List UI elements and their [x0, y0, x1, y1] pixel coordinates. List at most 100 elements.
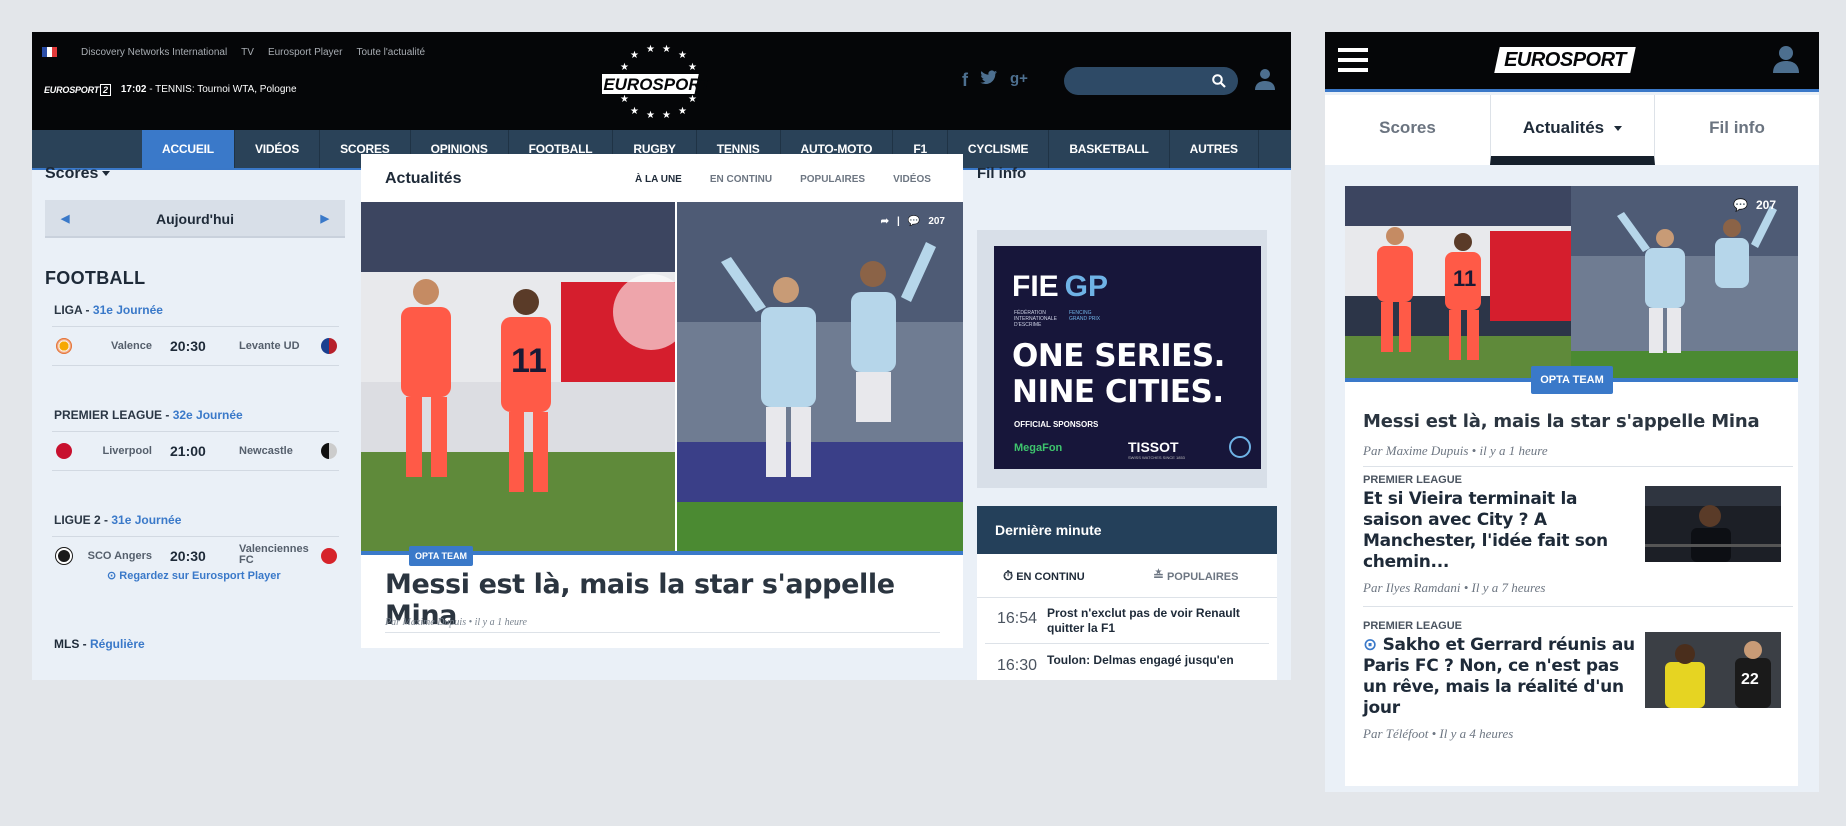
latest-news: Dernière minute ⏱ EN CONTINU ≛ POPULAIRE…	[977, 506, 1277, 680]
news-text: Toulon: Delmas engagé jusqu'en	[1047, 653, 1234, 667]
league-title[interactable]: LIGUE 2 - 31e Journée	[54, 513, 181, 527]
ad-fed: FÉDÉRATION INTERNATIONALE D'ESCRIME	[1014, 310, 1057, 328]
tab-populaires[interactable]: POPULAIRES	[800, 174, 865, 185]
news-time: 16:54	[997, 610, 1038, 627]
social-links: f g+	[962, 70, 1028, 91]
user-icon[interactable]	[1255, 68, 1275, 90]
mobile-view: EUROSPORT Scores Actualités Fil info 11	[1325, 32, 1819, 792]
eurosport-logo[interactable]: ★ ★ ★ ★ ★ ★ ★ ★ ★ ★ ★ ★ EUROSPORT	[596, 40, 712, 121]
twitter-icon[interactable]	[980, 70, 998, 91]
scores-title[interactable]: Scores	[45, 165, 111, 183]
svg-text:★: ★	[688, 94, 697, 105]
facebook-icon[interactable]: f	[962, 70, 968, 91]
tab-scores[interactable]: Scores	[1325, 95, 1490, 165]
league-title[interactable]: LIGA - 31e Journée	[54, 303, 163, 317]
article-league: PREMIER LEAGUE	[1363, 474, 1463, 486]
article-league: PREMIER LEAGUE	[1363, 620, 1463, 632]
latest-title: Dernière minute	[977, 506, 1277, 554]
scores-column: Scores ◀ Aujourd'hui ▶ FOOTBALL LIGA - 3…	[32, 32, 372, 680]
svg-text:★: ★	[630, 106, 639, 117]
comment-icon[interactable]: 💬	[908, 216, 920, 227]
article-byline: Par Téléfoot • Il y a 4 heures	[1363, 726, 1514, 741]
levante-crest-icon	[321, 338, 337, 354]
mobile-top-bar: EUROSPORT	[1325, 32, 1819, 92]
home-team: Liverpool	[102, 445, 152, 457]
article-thumbnail[interactable]	[1645, 486, 1781, 562]
league-title[interactable]: PREMIER LEAGUE - 32e Journée	[54, 408, 243, 422]
search-icon[interactable]	[1212, 74, 1226, 88]
ranking-icon: ≛	[1153, 568, 1164, 583]
opta-badge[interactable]: OPTA TEAM	[409, 546, 473, 566]
user-icon[interactable]	[1773, 45, 1799, 73]
article-byline: Par Ilyes Ramdani • Il y a 7 heures	[1363, 580, 1546, 595]
ad-tissot: TISSOT	[1128, 439, 1179, 455]
nav-basketball[interactable]: BASKETBALL	[1048, 130, 1168, 168]
divider	[385, 632, 940, 633]
ad-brand: FIE GP	[1012, 270, 1109, 303]
chevron-down-icon	[1614, 126, 1623, 132]
match-row[interactable]: Valence 20:30 Levante UD	[52, 326, 339, 366]
ad-line1: ONE SERIES.	[1012, 338, 1225, 374]
share-icon[interactable]: ➦	[881, 216, 889, 227]
desktop-view: Discovery Networks International TV Euro…	[32, 32, 1291, 680]
mobile-tabs: Scores Actualités Fil info	[1325, 95, 1819, 165]
tab-a-la-une[interactable]: À LA UNE	[635, 174, 682, 185]
article-title[interactable]: ⊙ Sakho et Gerrard réunis au Paris FC ? …	[1363, 635, 1643, 719]
stopwatch-icon: ⏱	[1003, 568, 1014, 583]
headline-byline: Par Maxime Dupuis • il y a 1 heure	[385, 617, 527, 628]
latest-tabs: ⏱ EN CONTINU ≛ POPULAIRES	[977, 554, 1277, 598]
fie-ad-banner[interactable]: FIE GP FÉDÉRATION INTERNATIONALE D'ESCRIM…	[994, 246, 1261, 469]
svg-text:★: ★	[646, 110, 655, 120]
tab-en-continu[interactable]: EN CONTINU	[710, 174, 772, 185]
svg-text:11: 11	[511, 342, 547, 380]
headline-image[interactable]: 11 💬 207	[1345, 186, 1798, 382]
newcastle-crest-icon	[321, 443, 337, 459]
opta-badge[interactable]: OPTA TEAM	[1531, 366, 1613, 394]
svg-text:★: ★	[646, 44, 655, 55]
tab-fil-info[interactable]: Fil info	[1655, 95, 1819, 165]
match-time: 21:00	[170, 443, 206, 459]
news-panel: Actualités À LA UNE EN CONTINU POPULAIRE…	[361, 154, 963, 648]
watch-link[interactable]: ⊙ Regardez sur Eurosport Player	[107, 569, 281, 582]
svg-text:★: ★	[678, 50, 687, 61]
tab-populaires[interactable]: ≛ POPULAIRES	[1153, 568, 1238, 584]
news-tabs: À LA UNE EN CONTINU POPULAIRES VIDÉOS	[635, 174, 931, 185]
share-comments: ➦ | 💬 207	[880, 216, 945, 227]
away-team: Levante UD	[239, 340, 300, 352]
svg-text:22: 22	[1741, 671, 1759, 688]
tab-videos[interactable]: VIDÉOS	[893, 174, 931, 185]
match-row[interactable]: Liverpool 21:00 Newcastle	[52, 431, 339, 471]
sport-heading: FOOTBALL	[45, 268, 146, 288]
headline-image[interactable]: 11 ➦ | 💬 207	[361, 202, 963, 555]
nav-autres[interactable]: AUTRES	[1168, 130, 1259, 168]
hamburger-menu-icon[interactable]	[1338, 48, 1368, 72]
comment-icon[interactable]: 💬	[1733, 198, 1748, 212]
google-plus-icon[interactable]: g+	[1010, 70, 1028, 91]
search-input[interactable]	[1064, 67, 1238, 95]
tab-actualites[interactable]: Actualités	[1490, 95, 1655, 165]
next-day-icon[interactable]: ▶	[321, 200, 329, 238]
prev-day-icon[interactable]: ◀	[61, 200, 69, 238]
valenciennes-crest-icon	[321, 548, 337, 564]
home-team: Valence	[111, 340, 152, 352]
olympic-emblem-icon	[1229, 436, 1251, 458]
ad-tissot-sub: SWISS WATCHES SINCE 1853	[1128, 455, 1185, 460]
svg-text:★: ★	[688, 62, 697, 73]
away-team: Newcastle	[239, 445, 293, 457]
article-thumbnail[interactable]: 22	[1645, 632, 1781, 708]
news-text: Prost n'exclut pas de voir Renault quitt…	[1047, 606, 1240, 635]
news-item[interactable]: 16:54 Prost n'exclut pas de voir Renault…	[985, 598, 1269, 644]
news-time: 16:30	[997, 657, 1038, 674]
divider	[1363, 606, 1793, 607]
article-title[interactable]: Et si Vieira terminait la saison avec Ci…	[1363, 489, 1633, 573]
league-title[interactable]: MLS - Régulière	[54, 637, 145, 651]
news-item[interactable]: 16:30 Toulon: Delmas engagé jusqu'en	[985, 645, 1269, 680]
tab-en-continu[interactable]: ⏱ EN CONTINU	[1003, 568, 1085, 584]
svg-text:★: ★	[630, 50, 639, 61]
svg-text:★: ★	[678, 106, 687, 117]
comment-count: 207	[928, 216, 945, 227]
logo-text: EUROSPORT	[603, 75, 712, 94]
headline-title[interactable]: Messi est là, mais la star s'appelle Min…	[1363, 411, 1760, 432]
date-selector: ◀ Aujourd'hui ▶	[45, 200, 345, 238]
divider	[1363, 466, 1793, 467]
